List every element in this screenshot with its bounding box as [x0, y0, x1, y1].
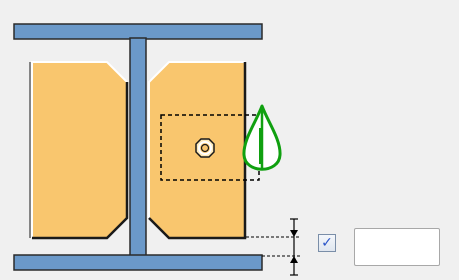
left-plate: [29, 61, 129, 240]
anchor-point-icon[interactable]: [242, 104, 282, 171]
bolt-icon[interactable]: [195, 138, 215, 158]
checkmark-icon: ✓: [321, 235, 333, 251]
beam-bottom-flange: [13, 254, 263, 271]
beam-top-flange: [13, 23, 263, 40]
offset-value-input[interactable]: [354, 228, 440, 266]
connection-preview-panel: ✓: [0, 0, 459, 280]
beam-web: [129, 37, 147, 263]
offset-checkbox[interactable]: ✓: [318, 234, 336, 252]
